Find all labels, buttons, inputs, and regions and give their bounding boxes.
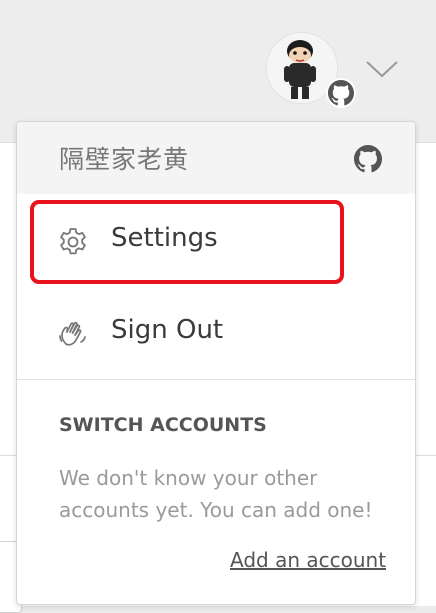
settings-menu-item[interactable]: Settings — [17, 203, 415, 279]
settings-label: Settings — [111, 223, 218, 253]
github-badge — [326, 78, 356, 108]
sign-out-label: Sign Out — [111, 315, 224, 345]
github-icon — [354, 145, 382, 173]
waving-hand-icon — [59, 321, 86, 346]
gear-icon — [60, 228, 86, 255]
user-avatar-button[interactable] — [266, 32, 356, 108]
switch-accounts-heading: SWITCH ACCOUNTS — [59, 414, 267, 436]
chevron-down-icon — [366, 61, 398, 78]
sign-out-menu-item[interactable]: Sign Out — [17, 295, 415, 371]
github-icon — [328, 80, 354, 106]
add-account-link[interactable]: Add an account — [230, 548, 386, 572]
switch-accounts-message: We don't know your other accounts yet. Y… — [59, 466, 373, 522]
account-menu-chevron-button[interactable] — [365, 58, 399, 80]
account-dropdown-menu: 隔壁家老黄 Settings Sign Out SWITCH ACCOUNTS … — [16, 121, 416, 605]
dropdown-header: 隔壁家老黄 — [17, 122, 415, 194]
menu-divider — [17, 379, 415, 380]
username-label: 隔壁家老黄 — [59, 145, 190, 174]
